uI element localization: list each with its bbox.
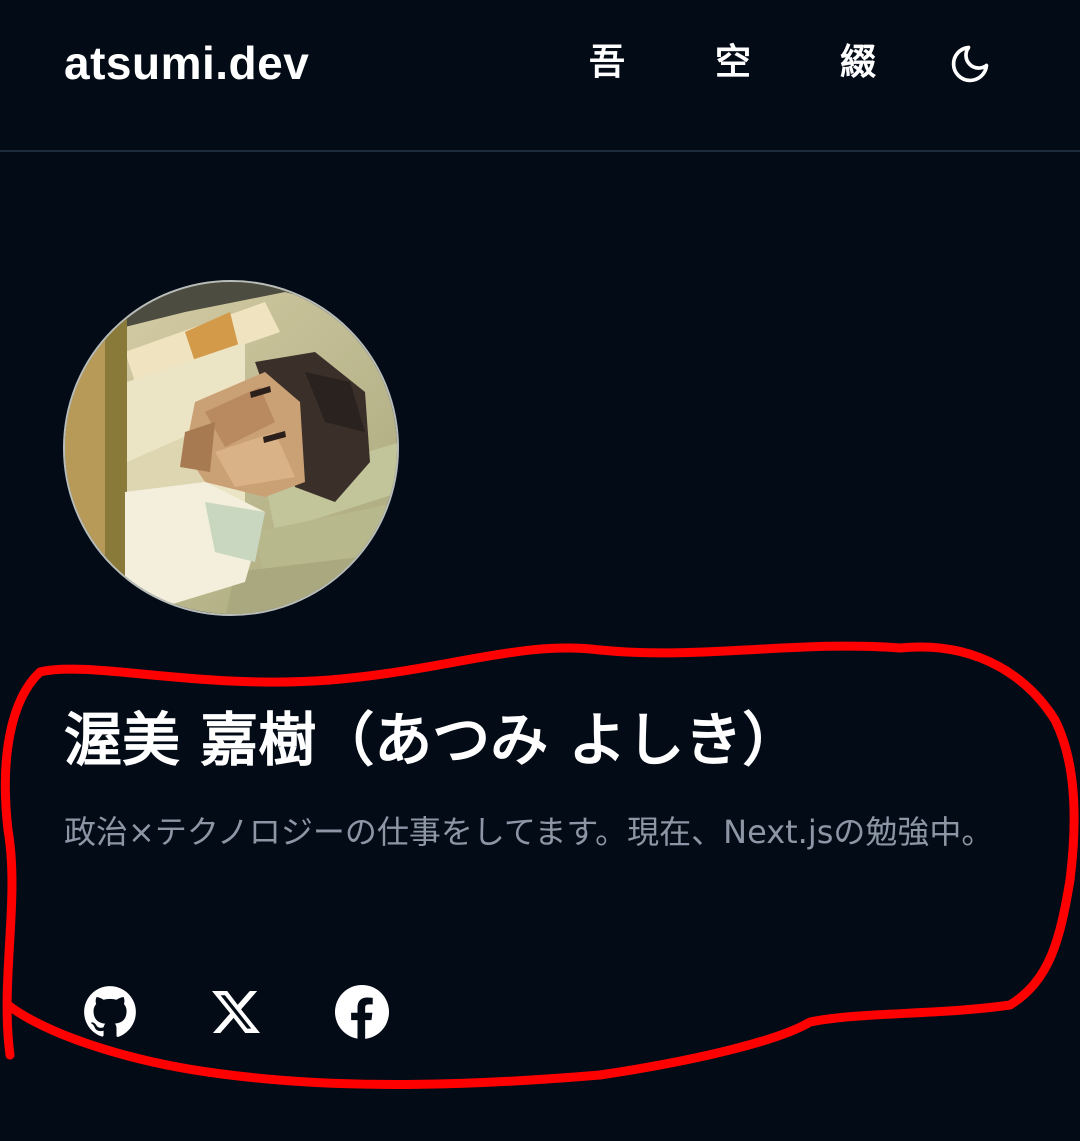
x-icon <box>212 991 260 1033</box>
github-icon <box>84 986 136 1037</box>
profile-bio: 政治×テクノロジーの仕事をしてます。現在、Next.jsの勉強中。 <box>64 813 994 851</box>
profile-name: 渥美 嘉樹（あつみ よしき） <box>64 706 801 774</box>
nav-link-space[interactable]: 空 <box>715 40 751 86</box>
facebook-link[interactable] <box>334 984 390 1040</box>
nav-link-about[interactable]: 吾 <box>589 40 625 86</box>
avatar <box>63 280 399 616</box>
github-link[interactable] <box>82 984 138 1040</box>
site-header: atsumi.dev 吾 空 綴 <box>0 0 1080 152</box>
site-title-link[interactable]: atsumi.dev <box>64 36 309 90</box>
facebook-icon <box>335 985 389 1039</box>
theme-toggle-button[interactable] <box>946 40 994 88</box>
x-link[interactable] <box>208 984 264 1040</box>
moon-icon <box>951 45 989 83</box>
nav-link-blog[interactable]: 綴 <box>840 40 876 86</box>
page: atsumi.dev 吾 空 綴 渥美 嘉樹（あつみ よしき） 政治×テクノロジ… <box>0 0 1080 1141</box>
